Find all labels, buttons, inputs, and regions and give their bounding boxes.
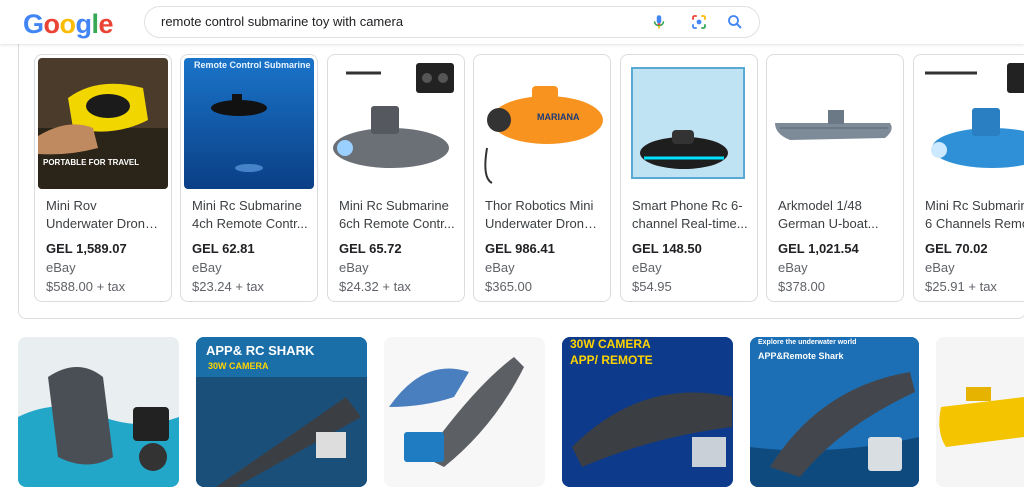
image-result[interactable] — [18, 337, 179, 487]
image-result[interactable] — [936, 337, 1024, 487]
product-shipping: $365.00 — [485, 279, 532, 294]
product-store: eBay — [778, 260, 808, 275]
product-title: Mini Rov Underwater Drone... — [46, 198, 162, 231]
product-image[interactable] — [331, 58, 461, 189]
product-card[interactable]: Mini Rc Submarine 6ch Remote Contr... GEL… — [327, 54, 465, 302]
product-card[interactable]: Remote Control Submarine Mini Rc Submari… — [180, 54, 318, 302]
product-store: eBay — [925, 260, 955, 275]
product-image[interactable] — [917, 58, 1024, 189]
product-image[interactable] — [624, 58, 754, 189]
product-price: GEL 148.50 — [632, 241, 702, 256]
product-shipping: $23.24 + tax — [192, 279, 264, 294]
product-title: Thor Robotics Mini Underwater Drone... — [485, 198, 601, 231]
image-overlay-subtext: APP/ REMOTE — [570, 353, 653, 367]
product-shipping: $24.32 + tax — [339, 279, 411, 294]
product-price: GEL 62.81 — [192, 241, 255, 256]
product-title: Mini Rc Submarine6 Channels Remo... — [925, 198, 1024, 231]
image-overlay-text: Explore the underwater world — [758, 339, 857, 346]
product-price: GEL 986.41 — [485, 241, 555, 256]
logo-letter: G — [23, 9, 44, 39]
product-shipping: $588.00 + tax — [46, 279, 126, 294]
search-icon[interactable] — [726, 13, 744, 31]
product-title: Smart Phone Rc 6- channel Real-time... — [632, 198, 748, 231]
product-image[interactable]: Remote Control Submarine — [184, 58, 314, 189]
search-input[interactable]: remote control submarine toy with camera — [161, 7, 403, 37]
product-card[interactable]: Arkmodel 1/48 German U-boat... GEL 1,021.… — [766, 54, 904, 302]
top-header: Google remote control submarine toy with… — [0, 0, 1024, 44]
product-card[interactable]: Smart Phone Rc 6- channel Real-time... GE… — [620, 54, 758, 302]
logo-letter: o — [43, 9, 61, 39]
product-image[interactable]: PORTABLE FOR TRAVEL — [38, 58, 168, 189]
product-card[interactable]: Mini Rc Submarine6 Channels Remo... GEL … — [913, 54, 1024, 302]
product-price: GEL 1,021.54 — [778, 241, 859, 256]
product-store: eBay — [632, 260, 662, 275]
image-overlay-text: Remote Control Submarine — [194, 60, 311, 70]
product-shipping: $378.00 — [778, 279, 825, 294]
product-store: eBay — [485, 260, 515, 275]
image-result[interactable] — [384, 337, 545, 487]
product-store: eBay — [192, 260, 222, 275]
image-overlay-subtext: 30W CAMERA — [208, 361, 269, 371]
product-image[interactable] — [770, 58, 900, 189]
camera-lens-icon[interactable] — [690, 13, 708, 31]
product-card[interactable]: PORTABLE FOR TRAVEL Mini Rov Underwater D… — [34, 54, 172, 302]
image-result[interactable]: 30W CAMERA APP/ REMOTE — [562, 337, 733, 487]
product-title: Mini Rc Submarine 4ch Remote Contr... — [192, 198, 308, 231]
logo-letter: e — [98, 9, 114, 39]
product-store: eBay — [46, 260, 76, 275]
google-logo[interactable]: Google — [23, 9, 114, 39]
image-result[interactable]: APP& RC SHARK 30W CAMERA — [196, 337, 367, 487]
product-image[interactable]: MARIANA — [477, 58, 607, 189]
image-overlay-text: PORTABLE FOR TRAVEL — [43, 158, 140, 167]
image-result[interactable]: Explore the underwater world APP&Remote … — [750, 337, 919, 487]
product-shipping: $25.91 + tax — [925, 279, 997, 294]
mic-icon[interactable] — [650, 13, 668, 31]
image-overlay-text: 30W CAMERA — [570, 337, 651, 351]
product-price: GEL 1,589.07 — [46, 241, 127, 256]
product-price: GEL 70.02 — [925, 241, 988, 256]
search-box[interactable]: remote control submarine toy with camera — [144, 6, 760, 38]
product-title: Mini Rc Submarine 6ch Remote Contr... — [339, 198, 455, 231]
logo-letter: l — [91, 9, 100, 39]
product-title: Arkmodel 1/48 German U-boat... — [778, 198, 879, 231]
logo-letter: g — [75, 9, 93, 39]
product-price: GEL 65.72 — [339, 241, 402, 256]
product-store: eBay — [339, 260, 369, 275]
product-card[interactable]: MARIANA Thor Robotics Mini Underwater Dro… — [473, 54, 611, 302]
image-overlay-text: MARIANA — [537, 112, 580, 122]
image-overlay-text: APP& RC SHARK — [206, 343, 315, 358]
image-overlay-subtext: APP&Remote Shark — [758, 351, 844, 361]
product-shipping: $54.95 — [632, 279, 672, 294]
logo-letter: o — [59, 9, 77, 39]
